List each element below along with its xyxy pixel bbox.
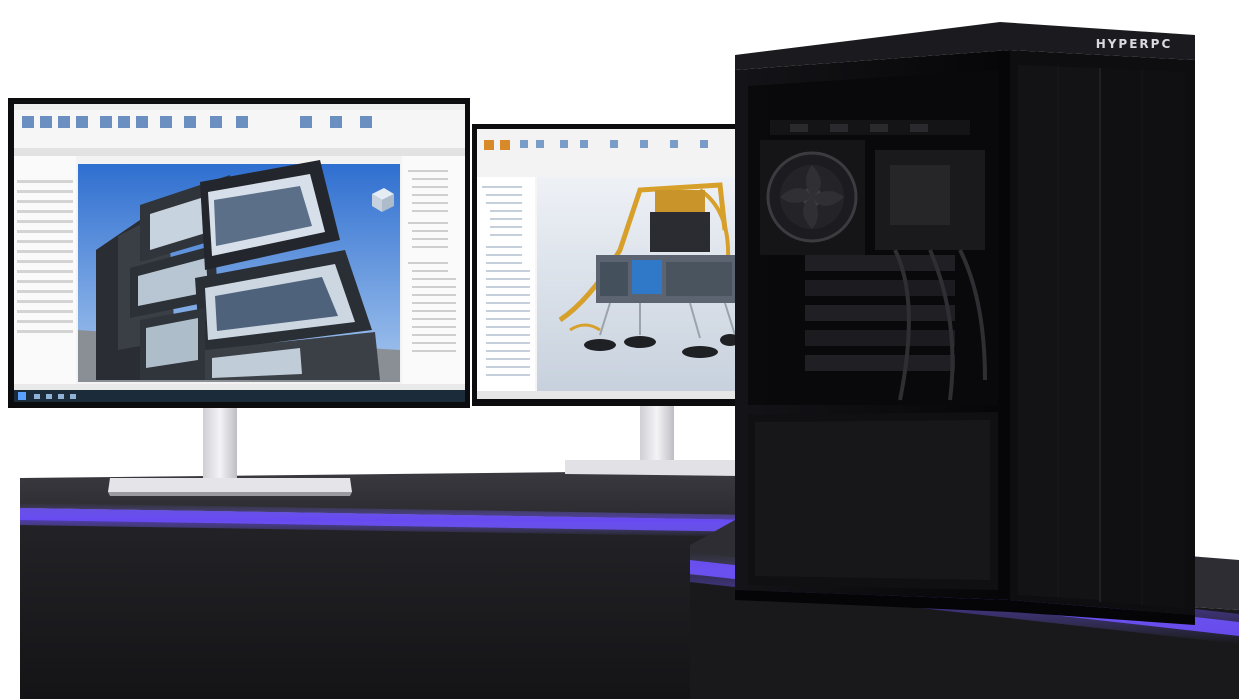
fan-icon bbox=[766, 151, 858, 243]
left-monitor-stand bbox=[108, 395, 352, 496]
left-pedestal bbox=[20, 470, 760, 699]
windows-start-icon bbox=[18, 392, 26, 400]
right-monitor bbox=[472, 124, 742, 406]
pc-case bbox=[735, 22, 1195, 625]
scene-illustration bbox=[8, 22, 1239, 699]
left-monitor bbox=[8, 98, 470, 408]
right-monitor-stand bbox=[565, 395, 740, 476]
product-scene: HYPERPC bbox=[0, 0, 1239, 699]
brand-logo: HYPERPC bbox=[1095, 37, 1173, 51]
